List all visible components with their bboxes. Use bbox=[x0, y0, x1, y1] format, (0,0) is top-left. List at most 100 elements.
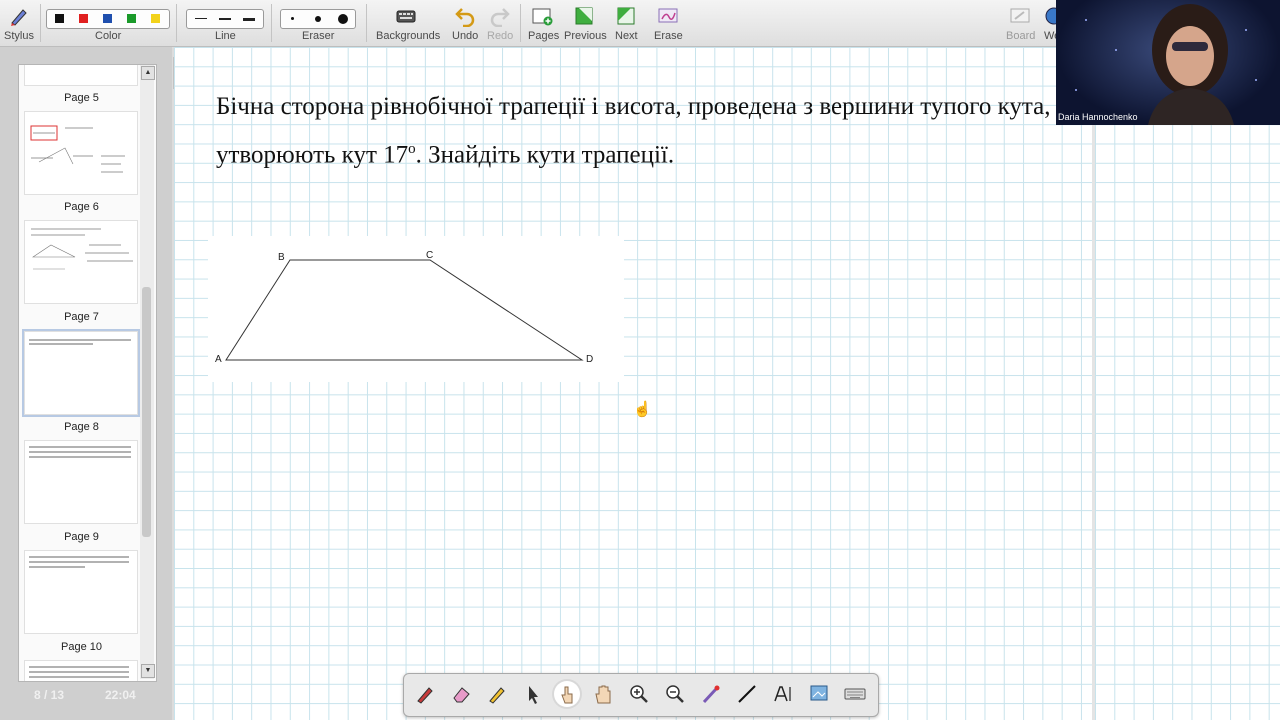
board-icon bbox=[1010, 8, 1030, 23]
touch-tool-icon[interactable] bbox=[554, 681, 580, 707]
color-swatch-black[interactable] bbox=[55, 14, 64, 23]
vertex-label-c: C bbox=[426, 250, 433, 261]
highlighter-tool-icon[interactable] bbox=[484, 681, 510, 707]
page-thumbnail[interactable] bbox=[24, 440, 138, 524]
text-tool-icon[interactable] bbox=[770, 681, 796, 707]
hand-cursor-icon: ☝ bbox=[633, 401, 652, 418]
line-thin-option[interactable] bbox=[195, 18, 207, 19]
undo-label: Undo bbox=[452, 30, 479, 42]
select-pointer-icon[interactable] bbox=[520, 681, 546, 707]
page-thumbnail-list[interactable]: Page 5 Page 6 Page 7 Page 8 Page 9 Page … bbox=[18, 64, 157, 682]
page-counter: 8 / 13 bbox=[34, 688, 65, 702]
globe-icon bbox=[1045, 7, 1056, 25]
zoom-in-icon[interactable] bbox=[626, 681, 652, 707]
scroll-down-arrow-icon[interactable]: ▼ bbox=[141, 664, 155, 678]
eraser-small-option[interactable] bbox=[291, 17, 294, 20]
page-thumbnail[interactable] bbox=[24, 660, 138, 681]
eraser-tool-icon[interactable] bbox=[448, 681, 474, 707]
stylus-button[interactable]: Stylus bbox=[2, 0, 36, 46]
redo-label: Redo bbox=[487, 30, 514, 42]
eraser-size-picker[interactable] bbox=[280, 9, 356, 29]
thumbnail-preview bbox=[29, 556, 129, 568]
line-thick-option[interactable] bbox=[243, 18, 255, 21]
redo-icon bbox=[490, 8, 510, 27]
board-button[interactable]: Board bbox=[1002, 0, 1038, 46]
board-label: Board bbox=[1006, 30, 1036, 42]
page-label: Page 9 bbox=[64, 531, 99, 543]
screenshot-tool-icon[interactable] bbox=[806, 681, 832, 707]
color-picker[interactable] bbox=[46, 9, 170, 29]
previous-label: Previous bbox=[564, 30, 607, 42]
eraser-large-option[interactable] bbox=[338, 14, 348, 24]
drawing-tool-dock bbox=[403, 673, 879, 717]
eraser-label: Eraser bbox=[302, 30, 335, 42]
page-thumbnail-current[interactable] bbox=[22, 329, 140, 417]
backgrounds-button[interactable]: Backgrounds bbox=[372, 0, 440, 46]
previous-page-icon bbox=[575, 7, 593, 25]
line-tool-icon[interactable] bbox=[734, 681, 760, 707]
toolbar-divider bbox=[40, 4, 41, 42]
color-label: Color bbox=[95, 30, 122, 42]
erase-page-icon bbox=[658, 8, 678, 23]
stylus-icon bbox=[11, 9, 27, 26]
degree-symbol: о bbox=[408, 141, 416, 157]
pan-hand-icon[interactable] bbox=[590, 681, 616, 707]
page-label: Page 7 bbox=[64, 311, 99, 323]
toolbar-divider bbox=[520, 4, 521, 42]
trapezoid-drawing: A B C D bbox=[215, 250, 593, 365]
page-thumbnail[interactable] bbox=[24, 550, 138, 634]
redo-button[interactable]: Redo bbox=[484, 0, 516, 46]
backgrounds-label: Backgrounds bbox=[376, 30, 441, 42]
color-swatch-red[interactable] bbox=[79, 14, 88, 23]
page-label: Page 5 bbox=[64, 92, 99, 104]
thumbnail-fragment bbox=[24, 65, 138, 86]
pen-tool-icon[interactable] bbox=[412, 681, 438, 707]
line-width-picker[interactable] bbox=[186, 9, 264, 29]
zoom-out-icon[interactable] bbox=[662, 681, 688, 707]
erase-page-button[interactable]: Erase bbox=[648, 0, 688, 46]
line-medium-option[interactable] bbox=[219, 18, 231, 20]
problem-statement: Бічна сторона рівнобічної трапеції і вис… bbox=[216, 86, 1056, 176]
thumbnail-preview bbox=[30, 125, 125, 173]
previous-page-button[interactable]: Previous bbox=[562, 0, 607, 46]
page-label: Page 6 bbox=[64, 201, 99, 213]
pages-button[interactable]: Pages bbox=[526, 0, 559, 46]
page-thumbnail[interactable] bbox=[24, 220, 138, 304]
vertex-label-a: A bbox=[215, 354, 222, 365]
whiteboard-canvas-edge[interactable] bbox=[1092, 47, 1280, 720]
stylus-label: Stylus bbox=[4, 30, 34, 42]
toolbar-divider bbox=[366, 4, 367, 42]
web-label: We bbox=[1044, 30, 1056, 42]
erase-label: Erase bbox=[654, 30, 683, 42]
vertex-label-b: B bbox=[278, 252, 285, 263]
toolbar-divider bbox=[271, 4, 272, 42]
problem-text-end: . Знайдіть кути трапеції. bbox=[415, 141, 675, 169]
vertex-label-d: D bbox=[586, 354, 593, 365]
web-button[interactable]: We bbox=[1040, 0, 1056, 46]
color-swatch-yellow[interactable] bbox=[151, 14, 160, 23]
thumbnail-preview bbox=[31, 228, 133, 270]
keyboard-icon[interactable] bbox=[842, 681, 868, 707]
participant-video-icon bbox=[1075, 4, 1257, 125]
webcam-video bbox=[1056, 0, 1280, 125]
eraser-medium-option[interactable] bbox=[315, 16, 321, 22]
undo-icon bbox=[455, 8, 475, 27]
scroll-up-arrow-icon[interactable]: ▲ bbox=[141, 66, 155, 80]
color-swatch-blue[interactable] bbox=[103, 14, 112, 23]
thumbnail-scrollbar[interactable]: ▲ ▼ bbox=[140, 65, 155, 679]
next-page-button[interactable]: Next bbox=[610, 0, 642, 46]
toolbar-divider bbox=[176, 4, 177, 42]
undo-button[interactable]: Undo bbox=[448, 0, 482, 46]
page-label: Page 10 bbox=[61, 641, 102, 653]
line-label: Line bbox=[215, 30, 236, 42]
scrollbar-thumb[interactable] bbox=[142, 287, 151, 537]
page-thumbnail[interactable] bbox=[24, 111, 138, 195]
laser-pointer-icon[interactable] bbox=[698, 681, 724, 707]
thumbnail-preview bbox=[29, 446, 131, 458]
thumbnail-preview bbox=[29, 339, 131, 345]
color-swatch-green[interactable] bbox=[127, 14, 136, 23]
keyboard-background-icon bbox=[396, 10, 416, 23]
page-label: Page 8 bbox=[64, 421, 99, 433]
next-label: Next bbox=[615, 30, 638, 42]
trapezoid-outline bbox=[225, 259, 584, 361]
